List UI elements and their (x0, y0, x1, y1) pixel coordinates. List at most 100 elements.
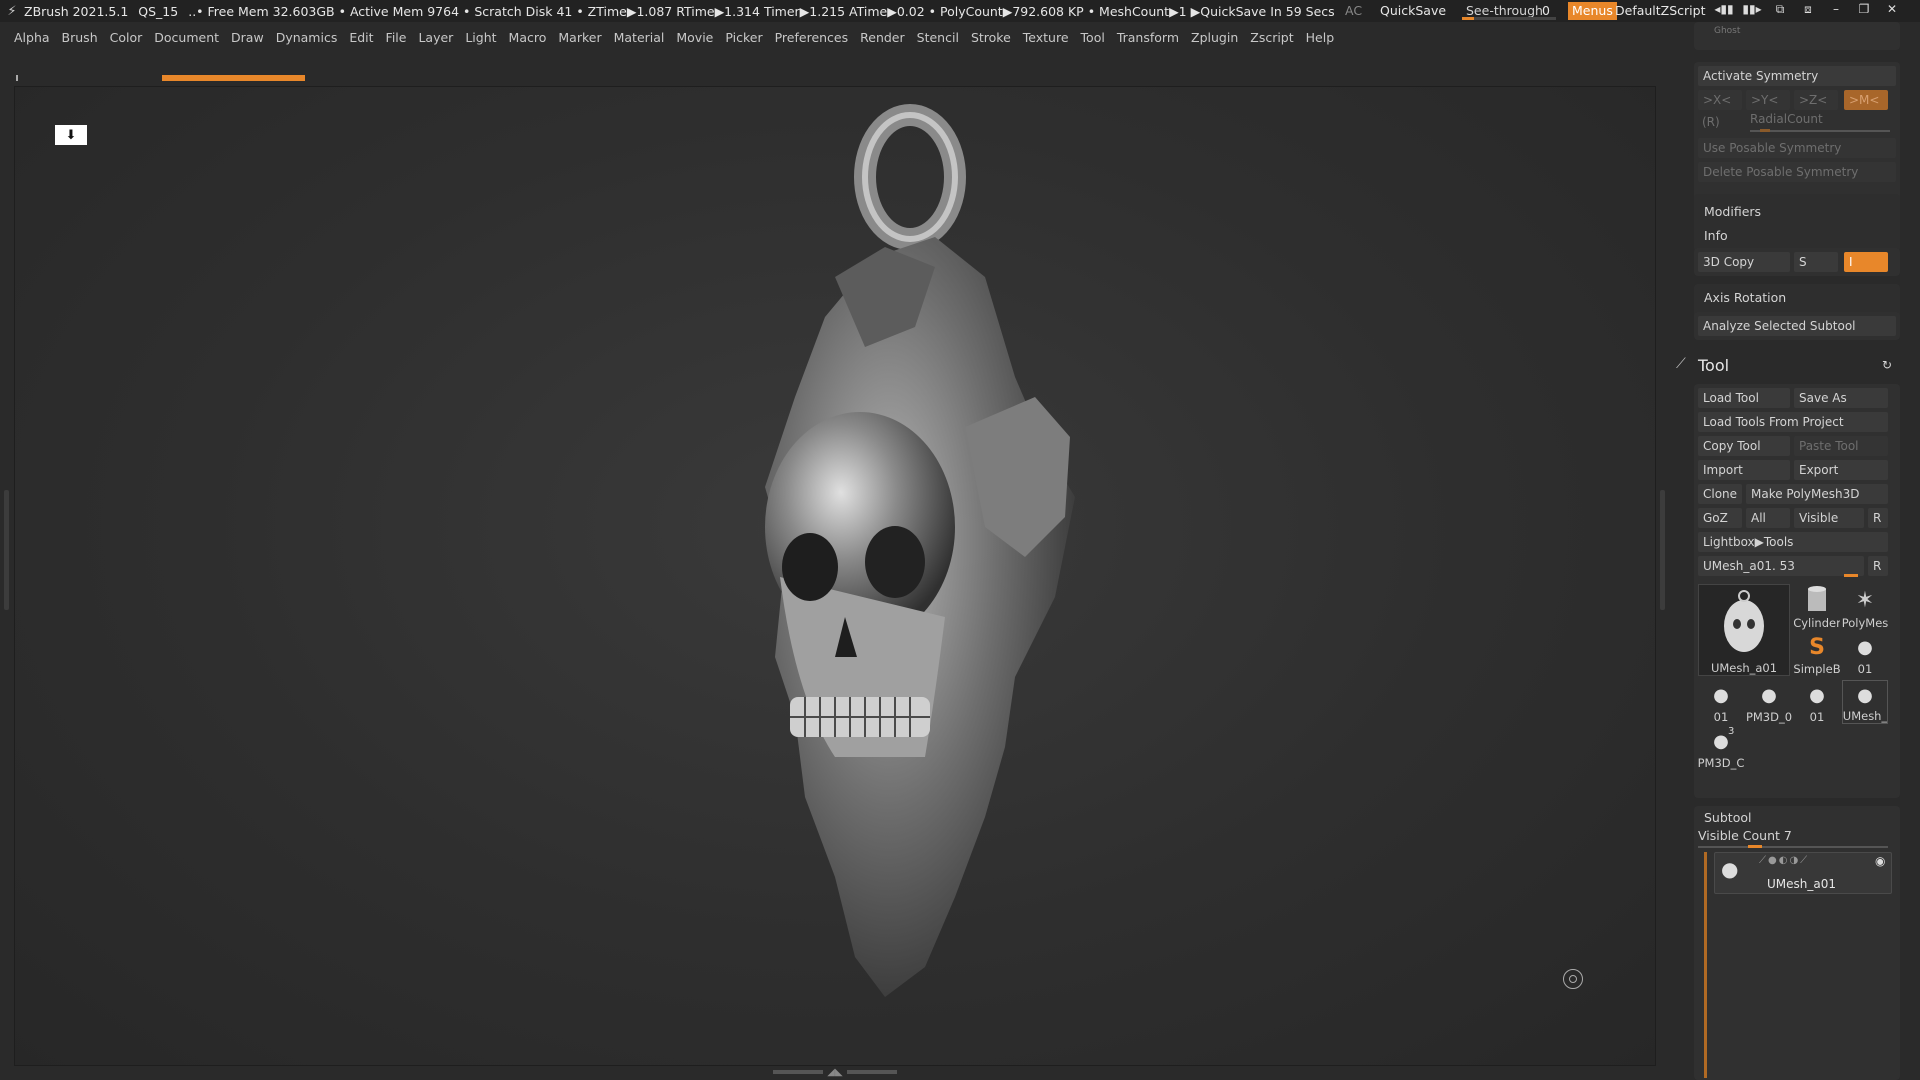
layout-toggle-2-icon[interactable]: ▮▮▸ (1738, 2, 1766, 17)
current-tool-slider[interactable]: UMesh_a01. 53 (1698, 556, 1864, 576)
menu-movie[interactable]: Movie (676, 30, 713, 45)
left-tray-handle[interactable] (4, 490, 9, 610)
current-tool-knob[interactable] (1844, 574, 1858, 577)
menu-preferences[interactable]: Preferences (775, 30, 849, 45)
analyze-subtool-button[interactable]: Analyze Selected Subtool (1698, 316, 1896, 336)
save-as-button[interactable]: Save As (1794, 388, 1888, 408)
menu-light[interactable]: Light (465, 30, 496, 45)
menu-transform[interactable]: Transform (1117, 30, 1179, 45)
default-zscript-button[interactable]: DefaultZScript (1615, 3, 1706, 18)
tool-thumb-umesh[interactable]: ● UMesh_ (1842, 680, 1888, 724)
symmetry-x-button[interactable]: >X< (1698, 90, 1742, 110)
quicksave-button[interactable]: QuickSave (1380, 3, 1446, 18)
navigation-marker-icon[interactable]: ⬇ (55, 125, 87, 145)
menu-brush[interactable]: Brush (62, 30, 98, 45)
load-tool-button[interactable]: Load Tool (1698, 388, 1790, 408)
menu-picker[interactable]: Picker (725, 30, 762, 45)
skull-pendant-model[interactable] (685, 97, 1105, 1032)
layout-toggle-icon[interactable]: ◂▮▮ (1710, 2, 1738, 17)
document-canvas[interactable]: ⬇ (14, 86, 1656, 1066)
visible-count-slider[interactable]: Visible Count 7 (1698, 828, 1792, 843)
3d-copy-button[interactable]: 3D Copy (1698, 252, 1790, 272)
menu-document[interactable]: Document (154, 30, 219, 45)
goz-visible-button[interactable]: Visible (1794, 508, 1864, 528)
menu-texture[interactable]: Texture (1023, 30, 1069, 45)
tool-thumb-01a[interactable]: ● 01 (1842, 632, 1888, 677)
menu-tool[interactable]: Tool (1081, 30, 1105, 45)
menu-help[interactable]: Help (1306, 30, 1335, 45)
close-icon[interactable]: ✕ (1878, 2, 1906, 17)
subtool-toggle-icons[interactable]: ⟋●◐◑⟋ (1759, 855, 1809, 866)
activate-symmetry-button[interactable]: Activate Symmetry (1698, 66, 1896, 86)
menu-edit[interactable]: Edit (349, 30, 373, 45)
tool-refresh-icon[interactable]: ↻ (1882, 358, 1892, 372)
axis-rotation-header[interactable]: Axis Rotation (1704, 290, 1786, 305)
menu-zscript[interactable]: Zscript (1250, 30, 1293, 45)
export-button[interactable]: Export (1794, 460, 1888, 480)
menu-stencil[interactable]: Stencil (917, 30, 959, 45)
symmetry-z-button[interactable]: >Z< (1794, 90, 1838, 110)
menus-button[interactable]: Menus (1568, 2, 1617, 20)
menu-render[interactable]: Render (860, 30, 905, 45)
tool-pin-icon[interactable]: ⟋ (1676, 356, 1686, 372)
right-tray-handle[interactable] (1660, 490, 1665, 610)
see-through-slider[interactable]: See-through 0 (1462, 2, 1556, 20)
window-swap-icon[interactable]: ⧈ (1794, 2, 1822, 17)
menu-marker[interactable]: Marker (558, 30, 601, 45)
restore-icon[interactable]: ❐ (1850, 2, 1878, 17)
menu-alpha[interactable]: Alpha (14, 30, 50, 45)
bottom-tray-handle[interactable]: ◢◣ (770, 1067, 900, 1078)
import-button[interactable]: Import (1698, 460, 1790, 480)
symmetry-y-button[interactable]: >Y< (1746, 90, 1790, 110)
goz-button[interactable]: GoZ (1698, 508, 1742, 528)
tool-palette-title[interactable]: Tool (1698, 356, 1729, 375)
modifiers-header[interactable]: Modifiers (1704, 204, 1761, 219)
tool-thumb-01c[interactable]: ● 01 (1794, 680, 1840, 725)
tool-thumb-cylinder[interactable]: Cylinder (1794, 584, 1840, 630)
menu-draw[interactable]: Draw (231, 30, 264, 45)
3d-copy-i-button[interactable]: I (1844, 252, 1888, 272)
minimize-icon[interactable]: – (1822, 2, 1850, 17)
visible-count-knob[interactable] (1748, 845, 1762, 848)
subtool-visibility-eye-icon[interactable]: ◉ (1875, 854, 1885, 868)
menu-material[interactable]: Material (614, 30, 665, 45)
subtool-item[interactable]: ● ⟋●◐◑⟋ ◉ UMesh_a01 (1714, 852, 1892, 894)
tool-thumb-simplebrush[interactable]: S SimpleB (1794, 632, 1840, 677)
ghost-label[interactable]: Ghost (1714, 26, 1740, 36)
symmetry-m-button[interactable]: >M< (1844, 90, 1888, 110)
lightbox-tools-button[interactable]: Lightbox▶Tools (1698, 532, 1888, 552)
menu-layer[interactable]: Layer (418, 30, 453, 45)
copy-tool-button[interactable]: Copy Tool (1698, 436, 1790, 456)
current-tool-r-button[interactable]: R (1868, 556, 1888, 576)
menu-color[interactable]: Color (110, 30, 143, 45)
tool-thumb-01b[interactable]: ● 01 (1698, 680, 1744, 725)
tool-thumb-pm3d-c[interactable]: ● PM3D_C (1698, 726, 1744, 771)
radial-count-track[interactable] (1750, 130, 1890, 132)
menu-macro[interactable]: Macro (509, 30, 547, 45)
load-tools-from-project-button[interactable]: Load Tools From Project (1698, 412, 1888, 432)
info-header[interactable]: Info (1704, 228, 1728, 243)
ac-toggle[interactable]: AC (1345, 3, 1362, 18)
menu-stroke[interactable]: Stroke (971, 30, 1011, 45)
goz-all-button[interactable]: All (1746, 508, 1790, 528)
make-polymesh3d-button[interactable]: Make PolyMesh3D (1746, 484, 1888, 504)
menu-dynamics[interactable]: Dynamics (276, 30, 338, 45)
tool-thumb-pm3d-0[interactable]: ● PM3D_0 (1746, 680, 1792, 725)
menu-zplugin[interactable]: Zplugin (1191, 30, 1238, 45)
3d-copy-s-button[interactable]: S (1794, 252, 1838, 272)
use-posable-symmetry-button[interactable]: Use Posable Symmetry (1698, 138, 1896, 158)
symmetry-r-button[interactable]: (R) (1702, 115, 1720, 129)
delete-posable-symmetry-button[interactable]: Delete Posable Symmetry (1698, 162, 1896, 182)
tool-thumb-polymesh[interactable]: ✶ PolyMes (1842, 584, 1888, 631)
radial-count-knob[interactable] (1760, 129, 1770, 132)
tool-thumb-umesh-a01[interactable]: UMesh_a01 (1698, 584, 1790, 676)
subtool-scrollbar[interactable] (1704, 852, 1707, 1078)
window-layout-icon[interactable]: ⧉ (1766, 2, 1794, 17)
subtool-header[interactable]: Subtool (1704, 810, 1751, 825)
menu-file[interactable]: File (386, 30, 407, 45)
rotation-target-icon[interactable] (1563, 969, 1583, 989)
paste-tool-button[interactable]: Paste Tool (1794, 436, 1888, 456)
visible-count-track[interactable] (1698, 846, 1888, 848)
goz-r-button[interactable]: R (1868, 508, 1888, 528)
clone-button[interactable]: Clone (1698, 484, 1742, 504)
